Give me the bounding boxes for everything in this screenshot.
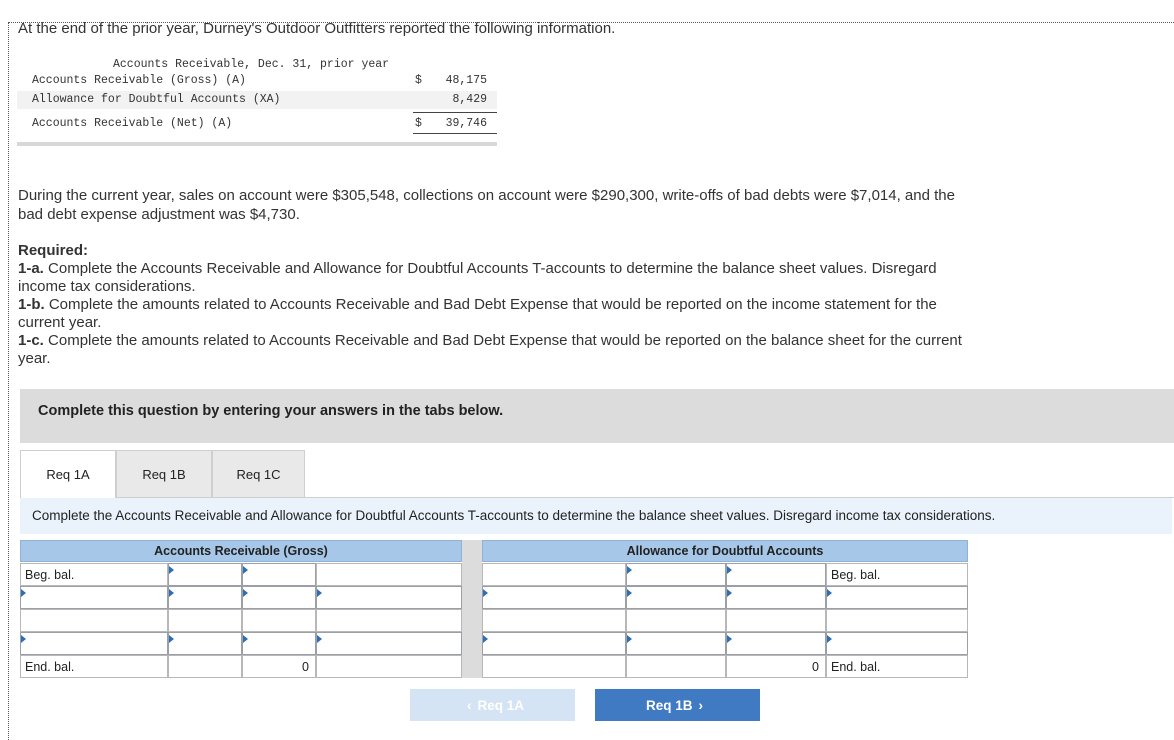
chevron-left-icon: ‹ (466, 697, 472, 713)
ar-row4-credit-input[interactable] (242, 632, 316, 655)
ar-row4-debit-input[interactable] (168, 632, 242, 655)
t-account-separator (462, 540, 482, 678)
allow-row3-right-cell (826, 609, 968, 632)
ar-beg-right-cell (316, 563, 462, 586)
ar-end-debit-cell (168, 655, 242, 678)
tab-instruction: Complete the Accounts Receivable and All… (20, 498, 1172, 534)
ar-row4-label-input[interactable] (20, 632, 168, 655)
required-item-1c: 1-c. Complete the amounts related to Acc… (18, 332, 968, 368)
allow-row2-label-input[interactable] (482, 586, 626, 609)
subtotal-rule (413, 112, 497, 113)
allow-row4-right-input[interactable] (826, 632, 968, 655)
required-tag: 1-a. (18, 260, 44, 277)
required-tag: 1-c. (18, 332, 44, 349)
row-label: Accounts Receivable (Gross) (A) (32, 74, 246, 87)
ar-beg-credit-input[interactable] (242, 563, 316, 586)
t-account-allowance-title: Allowance for Doubtful Accounts (482, 540, 968, 562)
t-account-allowance: Allowance for Doubtful Accounts Beg. bal… (482, 540, 968, 680)
ar-row3-right-cell (316, 609, 462, 632)
prev-req-button[interactable]: ‹ Req 1A (410, 689, 575, 721)
row-amount: 48,175 (445, 74, 487, 87)
allow-end-label: End. bal. (826, 655, 968, 678)
ar-end-label: End. bal. (20, 655, 168, 678)
t-account-ar-title: Accounts Receivable (Gross) (20, 540, 462, 562)
total-rule (413, 133, 497, 134)
allow-end-debit-cell (626, 655, 726, 678)
required-tag: 1-b. (18, 296, 45, 313)
required-section: Required: 1-a. Complete the Accounts Rec… (18, 242, 968, 368)
ar-beg-label: Beg. bal. (20, 563, 168, 586)
ar-row3-label-cell (20, 609, 168, 632)
problem-paragraph: During the current year, sales on accoun… (18, 187, 955, 223)
allow-row4-label-input[interactable] (482, 632, 626, 655)
tab-instruction-text: Complete the Accounts Receivable and All… (32, 508, 996, 523)
ar-row2-credit-input[interactable] (242, 586, 316, 609)
banner-text: Complete this question by entering your … (38, 403, 504, 419)
tab-req-1c[interactable]: Req 1C (212, 450, 305, 498)
ar-row3-debit-cell (168, 609, 242, 632)
tab-req-1b[interactable]: Req 1B (116, 450, 212, 498)
required-item-1a: 1-a. Complete the Accounts Receivable an… (18, 260, 968, 296)
required-item-1b: 1-b. Complete the amounts related to Acc… (18, 296, 968, 332)
ar-end-right-cell (316, 655, 462, 678)
allow-beg-label: Beg. bal. (826, 563, 968, 586)
row-amount: 39,746 (445, 117, 487, 130)
allow-end-left-cell (482, 655, 626, 678)
ar-row2-label-input[interactable] (20, 586, 168, 609)
allow-row3-left-cell (482, 609, 626, 632)
allow-row2-debit-input[interactable] (626, 586, 726, 609)
next-req-label: Req 1B (645, 697, 693, 713)
tab-req-1a[interactable]: Req 1A (20, 450, 116, 498)
table-row: Allowance for Doubtful Accounts (XA) 8,4… (17, 91, 497, 109)
required-heading: Required: (18, 242, 89, 259)
ar-row4-right-input[interactable] (316, 632, 462, 655)
table-footer-bar (17, 142, 497, 146)
allow-beg-debit-input[interactable] (626, 563, 726, 586)
row-currency: $ (415, 117, 422, 130)
row-amount: 8,429 (452, 93, 487, 106)
ar-end-balance-value: 0 (242, 655, 316, 678)
prev-req-label: Req 1A (477, 697, 524, 713)
row-label: Accounts Receivable (Net) (A) (32, 117, 233, 130)
row-label: Allowance for Doubtful Accounts (XA) (32, 93, 281, 106)
allow-end-balance-value: 0 (726, 655, 826, 678)
allow-row4-debit-input[interactable] (626, 632, 726, 655)
ar-beg-debit-input[interactable] (168, 563, 242, 586)
required-text: Complete the amounts related to Accounts… (18, 296, 937, 331)
allow-row2-right-input[interactable] (826, 586, 968, 609)
frame-left-border (8, 22, 9, 740)
allow-row3-debit-cell (626, 609, 726, 632)
instructions-banner: Complete this question by entering your … (20, 389, 1174, 443)
required-text: Complete the amounts related to Accounts… (18, 332, 962, 367)
allow-beg-left-cell (482, 563, 626, 586)
intro-text: At the end of the prior year, Durney's O… (18, 20, 616, 37)
row-currency: $ (415, 74, 422, 87)
allow-beg-credit-input[interactable] (726, 563, 826, 586)
ar-row3-credit-cell (242, 609, 316, 632)
next-req-button[interactable]: Req 1B › (595, 689, 760, 721)
table-row: Accounts Receivable (Net) (A) $ 39,746 (17, 115, 497, 133)
t-account-ar: Accounts Receivable (Gross) Beg. bal. En… (20, 540, 462, 680)
allow-row4-credit-input[interactable] (726, 632, 826, 655)
required-text: Complete the Accounts Receivable and All… (18, 260, 937, 295)
allow-row3-credit-cell (726, 609, 826, 632)
prior-year-table-header: Accounts Receivable, Dec. 31, prior year (113, 58, 390, 71)
ar-row2-debit-input[interactable] (168, 586, 242, 609)
table-row: Accounts Receivable (Gross) (A) $ 48,175 (17, 72, 497, 90)
chevron-right-icon: › (698, 697, 704, 713)
allow-row2-credit-input[interactable] (726, 586, 826, 609)
ar-row2-right-input[interactable] (316, 586, 462, 609)
